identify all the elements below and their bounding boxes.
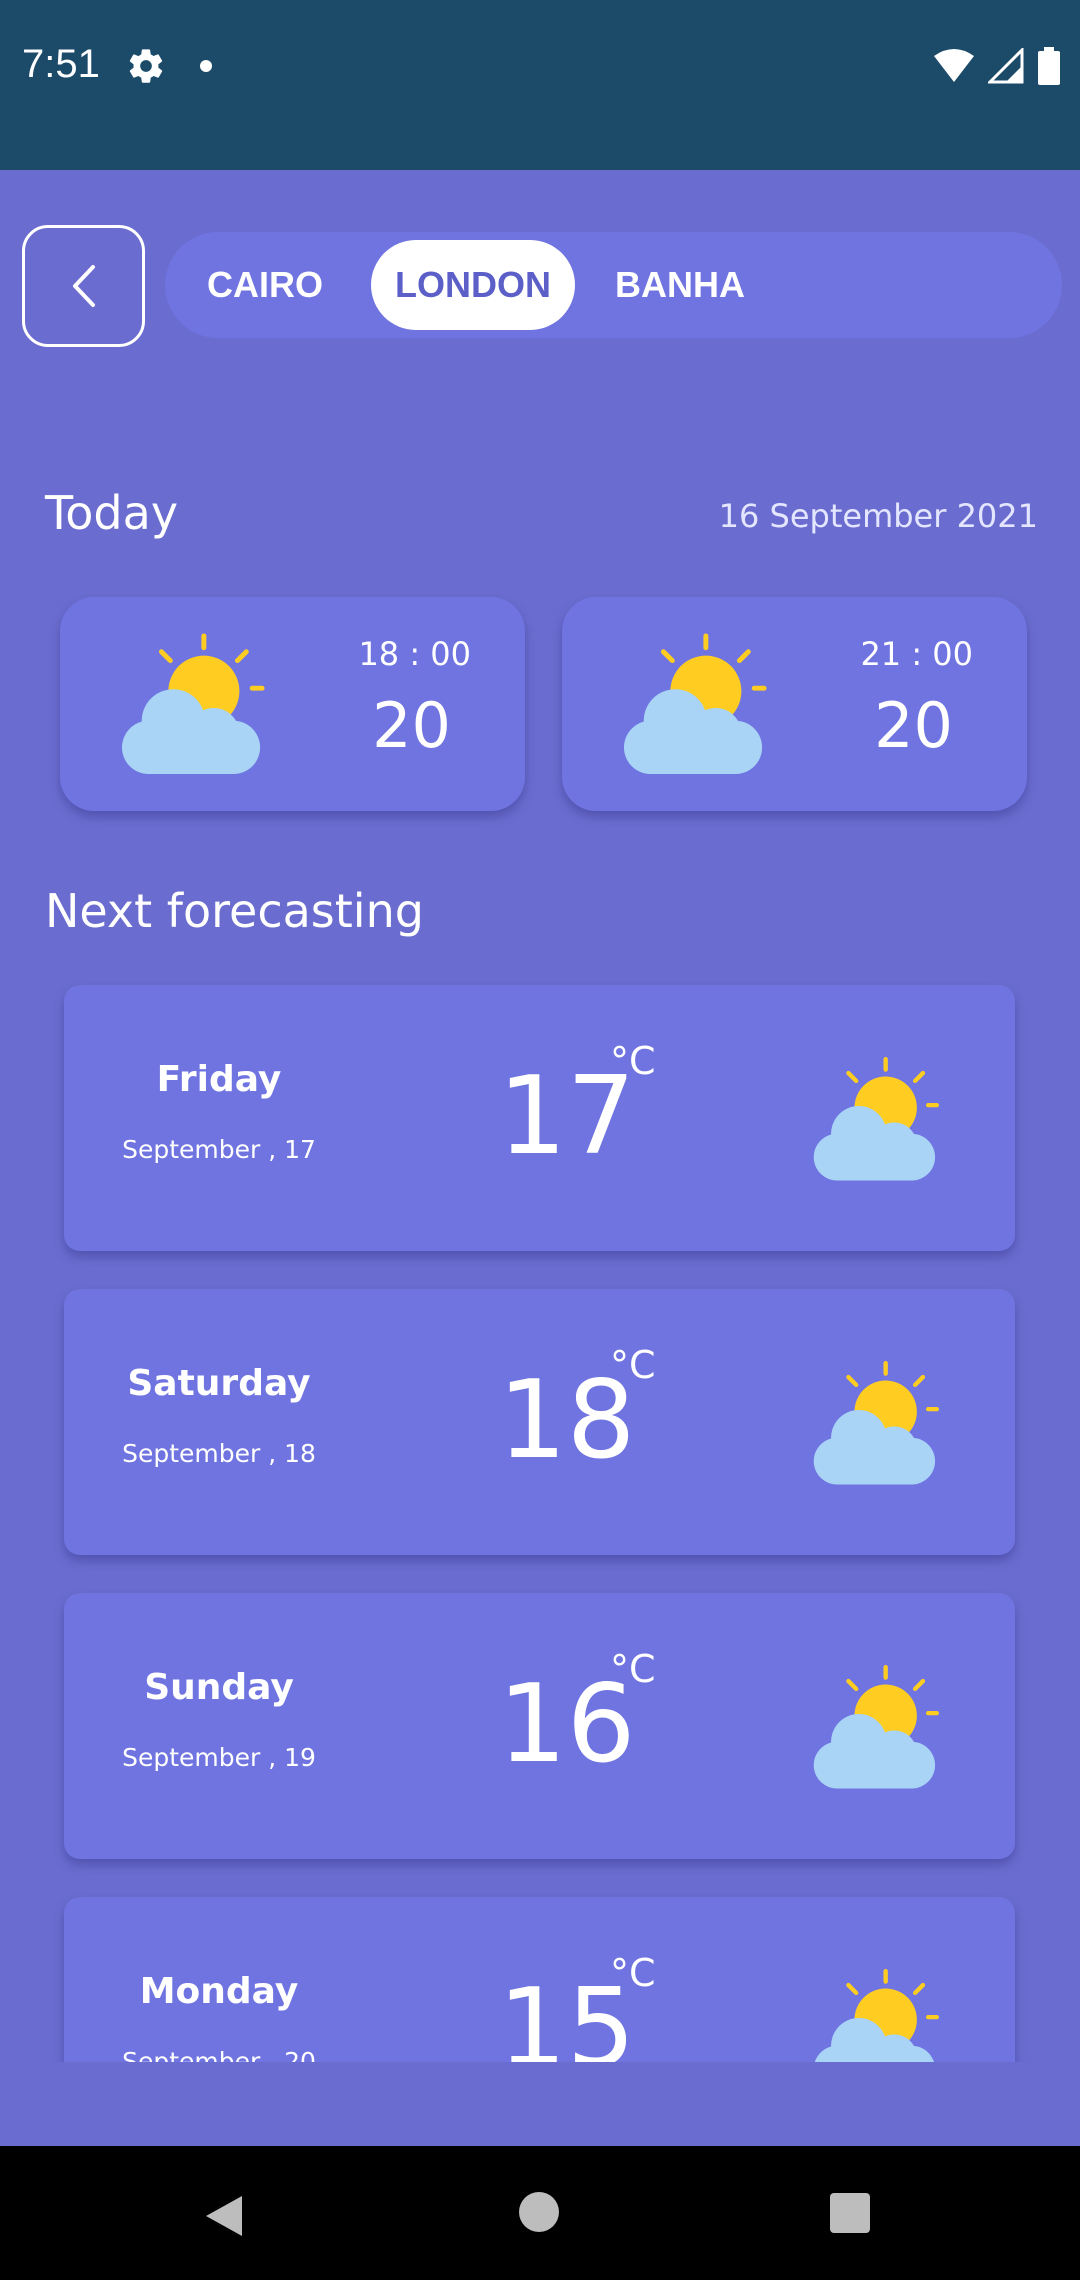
partly-cloudy-icon — [813, 1665, 939, 1789]
forecast-card-friday[interactable]: Friday September , 17 17 °C — [64, 985, 1015, 1251]
day-date: September , 20 — [122, 2047, 316, 2062]
back-button[interactable] — [22, 225, 145, 347]
status-bar: 7:51 — [0, 0, 1080, 170]
nav-home-icon[interactable] — [519, 2192, 559, 2232]
hourly-card[interactable]: 21 : 00 20 — [562, 597, 1027, 811]
tab-cairo[interactable]: CAIRO — [185, 240, 345, 330]
day-name: Monday — [139, 1971, 299, 2012]
hour-temperature: 20 — [372, 689, 451, 762]
tab-banha[interactable]: BANHA — [595, 240, 765, 330]
partly-cloudy-icon — [814, 1969, 939, 2062]
notification-dot-icon — [200, 60, 212, 72]
status-time: 7:51 — [22, 42, 100, 86]
day-name: Sunday — [144, 1667, 294, 1708]
partly-cloudy-icon — [813, 1057, 939, 1181]
nav-back-icon[interactable] — [204, 2194, 244, 2238]
hour-time: 21 : 00 — [860, 635, 973, 673]
day-date: September , 17 — [122, 1135, 316, 1164]
hour-temperature: 20 — [874, 689, 953, 762]
battery-icon — [1038, 47, 1060, 85]
chevron-left-icon — [72, 265, 95, 307]
forecast-card-saturday[interactable]: Saturday September , 18 18 °C — [64, 1289, 1015, 1555]
navigation-bar — [0, 2146, 1080, 2280]
tab-london[interactable]: LONDON — [371, 240, 575, 330]
temperature-unit: °C — [610, 1647, 656, 1691]
temperature-unit: °C — [610, 1951, 656, 1995]
forecast-card-sunday[interactable]: Sunday September , 19 16 °C — [64, 1593, 1015, 1859]
forecast-list[interactable]: Friday September , 17 17 °C Saturday Sep… — [0, 960, 1080, 2062]
today-heading: Today — [45, 486, 179, 540]
city-tab-bar: CAIRO LONDON BANHA — [165, 232, 1062, 338]
hourly-card[interactable]: 18 : 00 20 — [60, 597, 525, 811]
next-forecasting-heading: Next forecasting — [45, 884, 424, 938]
nav-recents-icon[interactable] — [830, 2193, 870, 2233]
today-date: 16 September 2021 — [718, 497, 1038, 535]
temperature-unit: °C — [610, 1343, 656, 1387]
wifi-icon — [934, 49, 974, 82]
cellular-signal-icon — [988, 48, 1024, 84]
day-date: September , 18 — [122, 1439, 316, 1468]
hour-time: 18 : 00 — [358, 635, 471, 673]
day-name: Friday — [156, 1059, 282, 1100]
day-name: Saturday — [127, 1363, 311, 1404]
temperature-unit: °C — [610, 1039, 656, 1083]
partly-cloudy-icon — [623, 633, 767, 775]
day-date: September , 19 — [122, 1743, 316, 1772]
partly-cloudy-icon — [813, 1361, 939, 1485]
forecast-card-monday[interactable]: Monday September , 20 15 °C — [64, 1897, 1015, 2062]
partly-cloudy-icon — [121, 633, 265, 775]
settings-gear-icon — [129, 49, 163, 83]
